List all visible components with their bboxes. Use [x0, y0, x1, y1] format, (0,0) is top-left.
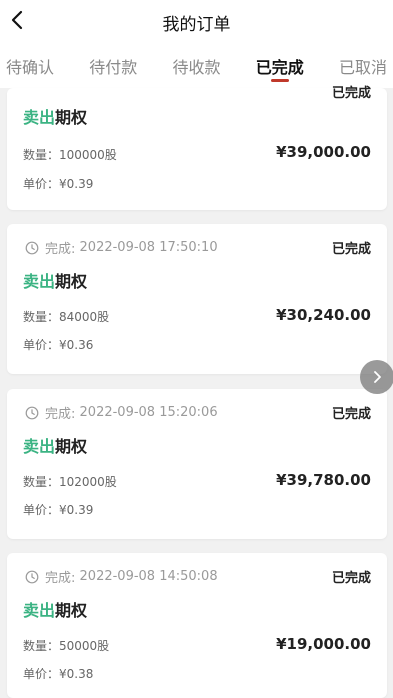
order-card[interactable]: 完成: 2022-09-08 17:50:10 已完成 卖出期权 数量：8400… [7, 224, 387, 374]
chevron-right-icon [374, 371, 381, 383]
order-side: 卖出 [23, 601, 56, 620]
order-amount: ¥19,000.00 [276, 635, 371, 653]
order-time-value: 2022-09-08 15:20:06 [79, 405, 218, 420]
order-amount: ¥30,240.00 [276, 306, 371, 324]
order-unit-price: 单价：¥0.38 [23, 667, 94, 681]
order-product-name: 期权 [55, 601, 88, 620]
page-title: 我的订单 [162, 15, 231, 35]
order-product: 卖出期权 [23, 433, 87, 457]
order-time-prefix: 完成: [45, 407, 76, 422]
order-status: 已完成 [331, 571, 371, 586]
clock-icon [25, 241, 39, 254]
order-unit-price: 单价：¥0.39 [23, 503, 94, 517]
order-time-prefix: 完成: [45, 242, 76, 257]
order-amount: ¥39,780.00 [276, 471, 371, 489]
order-time: 完成: 2022-09-08 14:50:08 [25, 567, 218, 586]
clock-icon [25, 570, 39, 583]
order-product-name: 期权 [55, 108, 88, 127]
order-time: 完成: 2022-09-08 17:50:10 [25, 238, 218, 257]
order-unit-price: 单价：¥0.36 [23, 338, 94, 352]
tab-pending-payment[interactable]: 待付款 [89, 42, 137, 88]
order-side: 卖出 [23, 108, 56, 127]
order-product: 卖出期权 [23, 104, 87, 128]
order-unit-price: 单价：¥0.39 [23, 177, 94, 191]
scroll-next-button[interactable] [360, 360, 393, 394]
order-time-value: 2022-09-08 14:50:08 [79, 569, 218, 584]
order-status: 已完成 [331, 242, 371, 257]
order-time: 完成: 2022-09-08 15:20:06 [25, 403, 218, 422]
tab-pending-receipt[interactable]: 待收款 [172, 42, 220, 88]
order-quantity: 数量：102000股 [23, 475, 117, 489]
order-product: 卖出期权 [23, 268, 87, 292]
order-quantity: 数量：100000股 [23, 148, 117, 162]
order-status: 已完成 [331, 407, 371, 422]
order-side: 卖出 [23, 437, 56, 456]
header-bar: 我的订单 [0, 0, 393, 42]
order-card[interactable]: 已完成 卖出期权 数量：100000股 ¥39,000.00 单价：¥0.39 [7, 86, 387, 210]
order-time-value: 2022-09-08 17:50:10 [79, 240, 218, 255]
order-side: 卖出 [23, 272, 56, 291]
order-amount: ¥39,000.00 [276, 143, 371, 161]
order-product: 卖出期权 [23, 597, 87, 621]
order-card[interactable]: 完成: 2022-09-08 14:50:08 已完成 卖出期权 数量：5000… [7, 553, 387, 698]
order-status: 已完成 [331, 86, 371, 101]
clock-icon [25, 406, 39, 419]
tab-completed[interactable]: 已完成 [256, 42, 304, 88]
order-quantity: 数量：50000股 [23, 639, 110, 653]
order-time-prefix: 完成: [45, 571, 76, 586]
order-product-name: 期权 [55, 437, 88, 456]
order-product-name: 期权 [55, 272, 88, 291]
order-quantity: 数量：84000股 [23, 310, 110, 324]
tab-pending-confirm[interactable]: 待确认 [6, 42, 54, 88]
order-card[interactable]: 完成: 2022-09-08 15:20:06 已完成 卖出期权 数量：1020… [7, 389, 387, 539]
